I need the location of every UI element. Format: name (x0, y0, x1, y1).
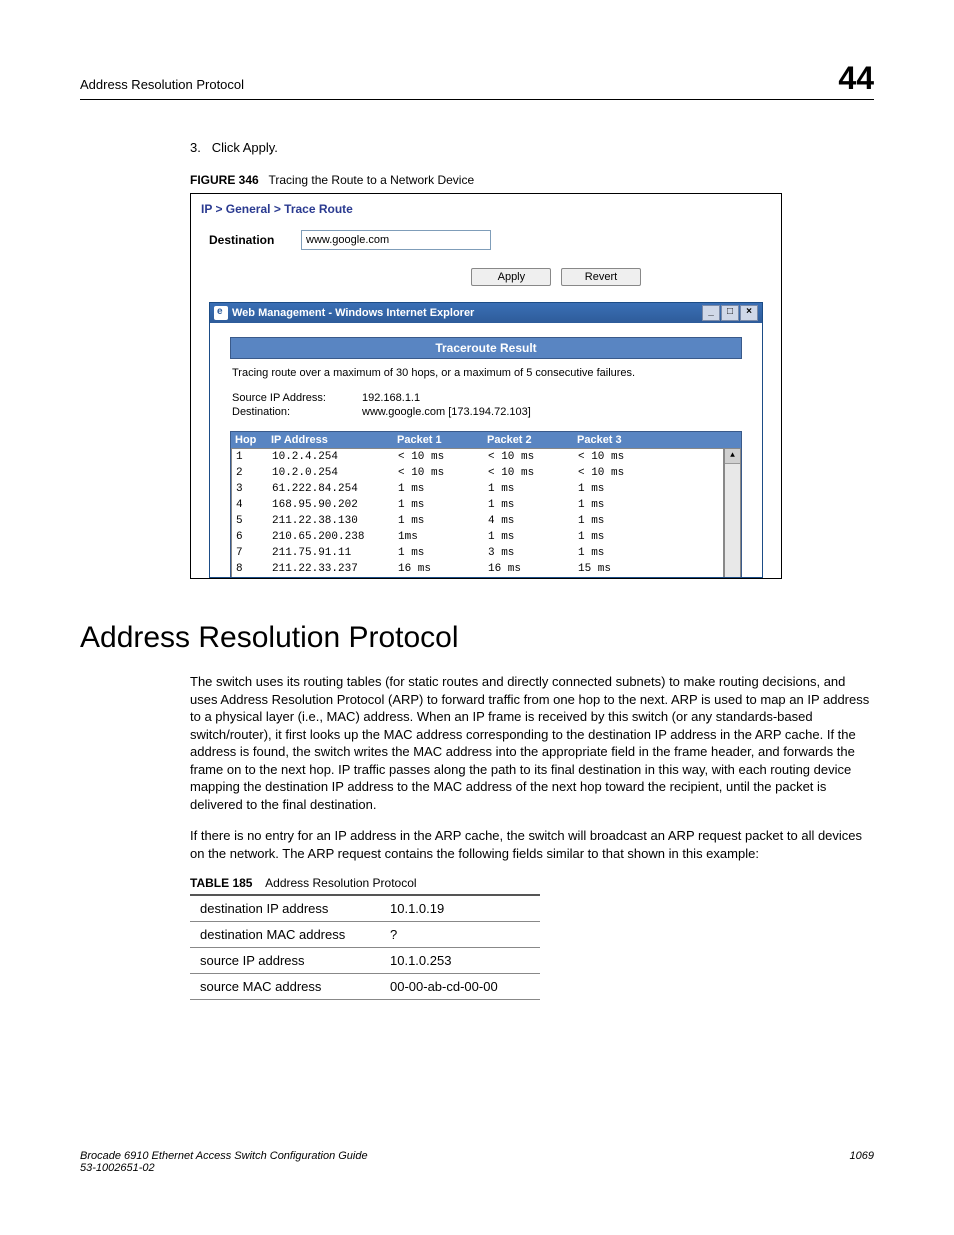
source-ip-label: Source IP Address: (232, 392, 362, 404)
destination-label: Destination (209, 233, 301, 247)
arp-table: destination IP address10.1.0.19destinati… (190, 894, 540, 1000)
window-controls: _□× (701, 305, 758, 321)
hops-row: 4168.95.90.2021 ms1 ms1 ms (232, 497, 723, 513)
col-hop: Hop (231, 432, 267, 448)
page-number: 1069 (850, 1150, 874, 1174)
destination-input[interactable] (301, 230, 491, 250)
scroll-up-icon[interactable]: ▲ (725, 449, 740, 464)
traceroute-popup: Web Management - Windows Internet Explor… (209, 302, 763, 578)
button-row: Apply Revert (191, 268, 781, 302)
figure-346: IP > General > Trace Route Destination A… (190, 193, 782, 579)
figure-caption: FIGURE 346 Tracing the Route to a Networ… (190, 173, 874, 187)
footer-doc-title: Brocade 6910 Ethernet Access Switch Conf… (80, 1150, 368, 1162)
step-text: Click Apply. (212, 140, 278, 155)
close-button[interactable]: × (740, 305, 758, 321)
page-header: Address Resolution Protocol 44 (80, 60, 874, 100)
col-packet3: Packet 3 (573, 432, 663, 448)
table-row: source MAC address00-00-ab-cd-00-00 (190, 974, 540, 1000)
breadcrumb: IP > General > Trace Route (191, 194, 781, 230)
step-number: 3. (190, 140, 201, 155)
table-row: destination MAC address? (190, 922, 540, 948)
popup-title: Web Management - Windows Internet Explor… (232, 307, 474, 319)
figure-title: Tracing the Route to a Network Device (269, 173, 475, 187)
table-row: source IP address10.1.0.253 (190, 948, 540, 974)
hops-row: 361.222.84.2541 ms1 ms1 ms (232, 481, 723, 497)
hops-table: Hop IP Address Packet 1 Packet 2 Packet … (230, 431, 742, 577)
page-footer: Brocade 6910 Ethernet Access Switch Conf… (80, 1150, 874, 1174)
footer-doc-id: 53-1002651-02 (80, 1162, 368, 1174)
arp-paragraph-2: If there is no entry for an IP address i… (190, 827, 874, 862)
header-topic: Address Resolution Protocol (80, 77, 244, 92)
destination2-value: www.google.com [173.194.72.103] (362, 406, 531, 418)
hops-row: 7211.75.91.111 ms3 ms1 ms (232, 545, 723, 561)
tracing-note: Tracing route over a maximum of 30 hops,… (230, 359, 742, 391)
table-label: TABLE 185 (190, 876, 252, 890)
col-ip: IP Address (267, 432, 393, 448)
section-heading: Address Resolution Protocol (80, 621, 874, 655)
minimize-button[interactable]: _ (702, 305, 720, 321)
table-row: destination IP address10.1.0.19 (190, 895, 540, 922)
traceroute-result-header: Traceroute Result (230, 337, 742, 359)
source-ip-row: Source IP Address: 192.168.1.1 (230, 391, 742, 405)
col-packet2: Packet 2 (483, 432, 573, 448)
hops-body: 110.2.4.254< 10 ms< 10 ms< 10 ms210.2.0.… (231, 448, 724, 577)
destination-row: Destination (191, 230, 781, 268)
table-title: Address Resolution Protocol (265, 876, 416, 890)
popup-titlebar: Web Management - Windows Internet Explor… (210, 303, 762, 323)
hops-header: Hop IP Address Packet 1 Packet 2 Packet … (231, 432, 741, 448)
figure-label: FIGURE 346 (190, 173, 259, 187)
destination-result-row: Destination: www.google.com [173.194.72.… (230, 405, 742, 419)
table-caption: TABLE 185 Address Resolution Protocol (190, 876, 874, 890)
apply-button[interactable]: Apply (471, 268, 551, 286)
hops-row: 5211.22.38.1301 ms4 ms1 ms (232, 513, 723, 529)
hops-row: 8211.22.33.23716 ms16 ms15 ms (232, 561, 723, 577)
step-3: 3. Click Apply. (190, 140, 874, 155)
hops-row: 210.2.0.254< 10 ms< 10 ms< 10 ms (232, 465, 723, 481)
scrollbar[interactable]: ▲ (724, 448, 741, 577)
maximize-button[interactable]: □ (721, 305, 739, 321)
hops-row: 6210.65.200.2381ms1 ms1 ms (232, 529, 723, 545)
hops-row: 110.2.4.254< 10 ms< 10 ms< 10 ms (232, 449, 723, 465)
col-packet1: Packet 1 (393, 432, 483, 448)
chapter-number: 44 (838, 60, 874, 97)
source-ip-value: 192.168.1.1 (362, 392, 420, 404)
ie-icon (214, 306, 228, 320)
destination2-label: Destination: (232, 406, 362, 418)
revert-button[interactable]: Revert (561, 268, 641, 286)
arp-paragraph-1: The switch uses its routing tables (for … (190, 673, 874, 813)
